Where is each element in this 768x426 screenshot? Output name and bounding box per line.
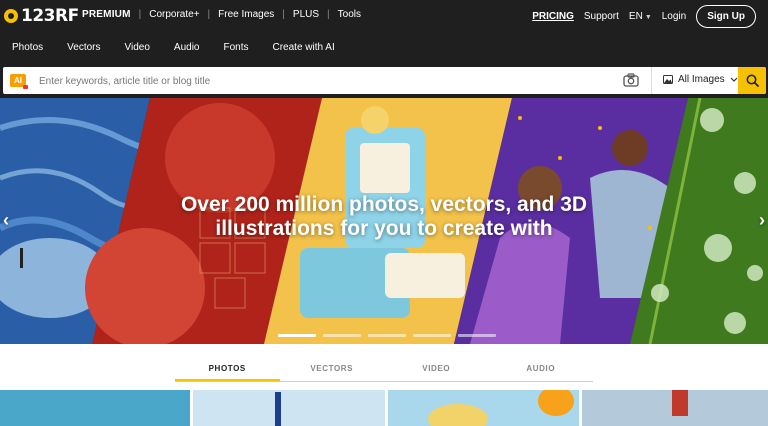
thumbnail-image[interactable]: [193, 390, 385, 426]
top-navigation: 123RF PREMIUM | Corporate+ | Free Images…: [0, 0, 768, 32]
tab-video[interactable]: VIDEO: [384, 359, 489, 381]
category-navigation: Photos Vectors Video Audio Fonts Create …: [0, 32, 768, 65]
category-photos[interactable]: Photos: [12, 42, 43, 53]
carousel-dot[interactable]: [368, 334, 406, 337]
image-type-dropdown[interactable]: All Images: [663, 74, 738, 85]
search-bar: AI All Images: [3, 67, 766, 94]
logo-icon: [4, 9, 18, 23]
divider: [651, 67, 652, 94]
free-images-link[interactable]: Free Images: [218, 9, 274, 20]
carousel-dot[interactable]: [278, 334, 316, 337]
category-create-with-ai[interactable]: Create with AI: [273, 42, 335, 53]
search-icon: [746, 74, 759, 87]
login-link[interactable]: Login: [662, 11, 686, 22]
carousel-dot[interactable]: [458, 334, 496, 337]
category-video[interactable]: Video: [125, 42, 150, 53]
hero-title: Over 200 million photos, vectors, and 3D…: [0, 193, 768, 241]
content-type-tabs: PHOTOS VECTORS VIDEO AUDIO: [175, 359, 593, 382]
ai-search-icon[interactable]: AI: [10, 74, 28, 89]
thumbnail-image[interactable]: [0, 390, 190, 426]
logo[interactable]: 123RF: [4, 6, 79, 26]
carousel-dot[interactable]: [323, 334, 361, 337]
chevron-down-icon: ▼: [644, 14, 652, 21]
carousel-prev-icon[interactable]: ‹: [3, 210, 9, 231]
search-bar-wrapper: AI All Images: [0, 65, 768, 98]
thumbnail-row: [0, 390, 768, 426]
carousel-dot[interactable]: [413, 334, 451, 337]
logo-text: 123RF: [21, 6, 79, 26]
hero-title-line-1: Over 200 million photos, vectors, and 3D: [180, 193, 588, 216]
plus-link[interactable]: PLUS: [293, 9, 319, 20]
thumbnail-image[interactable]: [582, 390, 768, 426]
separator: |: [207, 9, 211, 20]
category-vectors[interactable]: Vectors: [67, 42, 100, 53]
category-audio[interactable]: Audio: [174, 42, 200, 53]
hero-title-line-2: illustrations for you to create with: [215, 217, 553, 240]
thumbnail-image[interactable]: [388, 390, 579, 426]
corporate-plus-link[interactable]: Corporate+: [149, 9, 199, 20]
support-link[interactable]: Support: [584, 11, 619, 22]
separator: |: [282, 9, 285, 20]
signup-button[interactable]: Sign Up: [696, 5, 756, 28]
pricing-link[interactable]: PRICING: [532, 11, 574, 22]
carousel-indicators: [278, 334, 496, 337]
tab-vectors[interactable]: VECTORS: [280, 359, 385, 381]
premium-link[interactable]: PREMIUM: [82, 9, 131, 20]
tab-photos[interactable]: PHOTOS: [175, 359, 280, 381]
image-type-label: All Images: [678, 74, 725, 85]
language-label: EN: [628, 11, 643, 22]
search-input[interactable]: [37, 73, 601, 90]
carousel-next-icon[interactable]: ›: [759, 210, 765, 231]
language-selector[interactable]: EN ▼: [629, 11, 652, 22]
separator: |: [138, 9, 142, 20]
hero-carousel: Over 200 million photos, vectors, and 3D…: [0, 98, 768, 344]
search-button[interactable]: [738, 67, 766, 94]
separator: |: [327, 9, 330, 20]
right-navigation: PRICING Support EN ▼ Login Sign Up: [532, 5, 756, 28]
category-fonts[interactable]: Fonts: [223, 42, 248, 53]
image-icon: [663, 75, 673, 84]
chevron-down-icon: [730, 77, 738, 82]
top-links: PREMIUM | Corporate+ | Free Images | PLU…: [82, 9, 361, 20]
tools-link[interactable]: Tools: [338, 9, 361, 20]
tab-audio[interactable]: AUDIO: [489, 359, 594, 381]
camera-icon[interactable]: [623, 73, 639, 87]
